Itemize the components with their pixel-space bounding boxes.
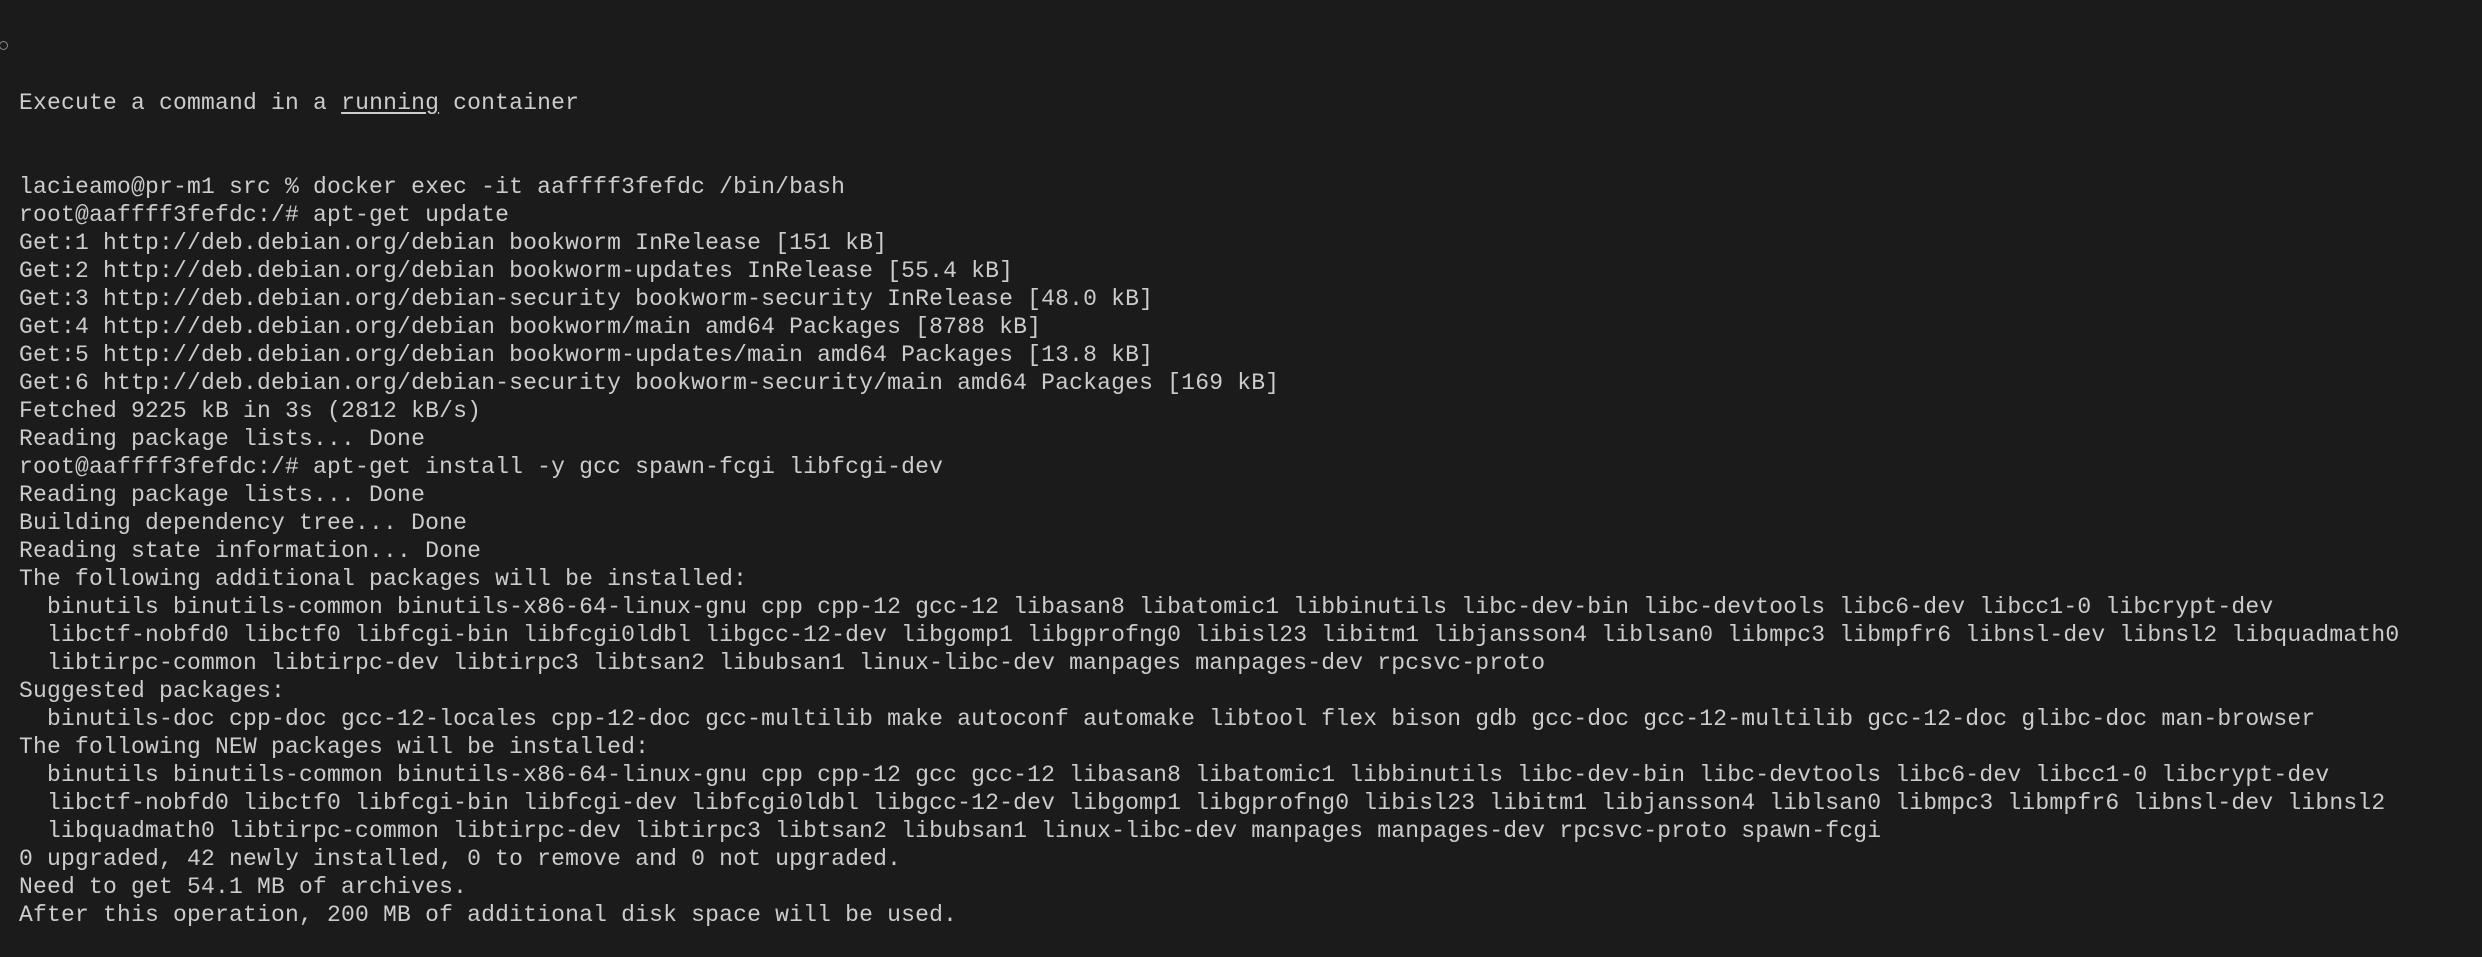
terminal-line: libctf-nobfd0 libctf0 libfcgi-bin libfcg… — [19, 790, 2386, 816]
terminal-line: Reading package lists... Done — [19, 482, 426, 508]
terminal-line: 0 upgraded, 42 newly installed, 0 to rem… — [19, 846, 902, 872]
terminal-line: Get:1 http://deb.debian.org/debian bookw… — [19, 230, 888, 256]
terminal-line: binutils-doc cpp-doc gcc-12-locales cpp-… — [19, 706, 2316, 732]
terminal-output[interactable]: Execute a command in a running container… — [0, 0, 2482, 957]
terminal-line: binutils binutils-common binutils-x86-64… — [19, 594, 2274, 620]
terminal-line: After this operation, 200 MB of addition… — [19, 902, 958, 928]
command-marker-icon[interactable] — [0, 41, 8, 50]
terminal-line: Get:5 http://deb.debian.org/debian bookw… — [19, 342, 1154, 368]
terminal-line: lacieamo@pr-m1 src % docker exec -it aaf… — [19, 174, 846, 200]
running-link[interactable]: running — [341, 90, 439, 116]
terminal-line: libctf-nobfd0 libctf0 libfcgi-bin libfcg… — [19, 622, 2400, 648]
terminal-line: The following additional packages will b… — [19, 566, 748, 592]
terminal-line: Get:6 http://deb.debian.org/debian-secur… — [19, 370, 1280, 396]
terminal-line: root@aaffff3fefdc:/# apt-get update — [19, 202, 510, 228]
terminal-line: Reading package lists... Done — [19, 426, 426, 452]
terminal-line: binutils binutils-common binutils-x86-64… — [19, 762, 2330, 788]
terminal-line: libquadmath0 libtirpc-common libtirpc-de… — [19, 818, 1882, 844]
terminal-line: Suggested packages: — [19, 678, 286, 704]
terminal-line: Building dependency tree... Done — [19, 510, 468, 536]
terminal-line: libtirpc-common libtirpc-dev libtirpc3 l… — [19, 650, 1546, 676]
terminal-line: The following NEW packages will be insta… — [19, 734, 650, 760]
terminal-line: Get:2 http://deb.debian.org/debian bookw… — [19, 258, 1014, 284]
terminal-line: Get:4 http://deb.debian.org/debian bookw… — [19, 314, 1042, 340]
terminal-line: Need to get 54.1 MB of archives. — [19, 874, 468, 900]
terminal-line: Get:3 http://deb.debian.org/debian-secur… — [19, 286, 1154, 312]
terminal-lines: lacieamo@pr-m1 src % docker exec -it aaf… — [19, 173, 2482, 929]
terminal-line: Reading state information... Done — [19, 538, 482, 564]
terminal-line: root@aaffff3fefdc:/# apt-get install -y … — [19, 454, 944, 480]
terminal-line: Fetched 9225 kB in 3s (2812 kB/s) — [19, 398, 482, 424]
terminal-hint: Execute a command in a running container — [19, 90, 580, 116]
